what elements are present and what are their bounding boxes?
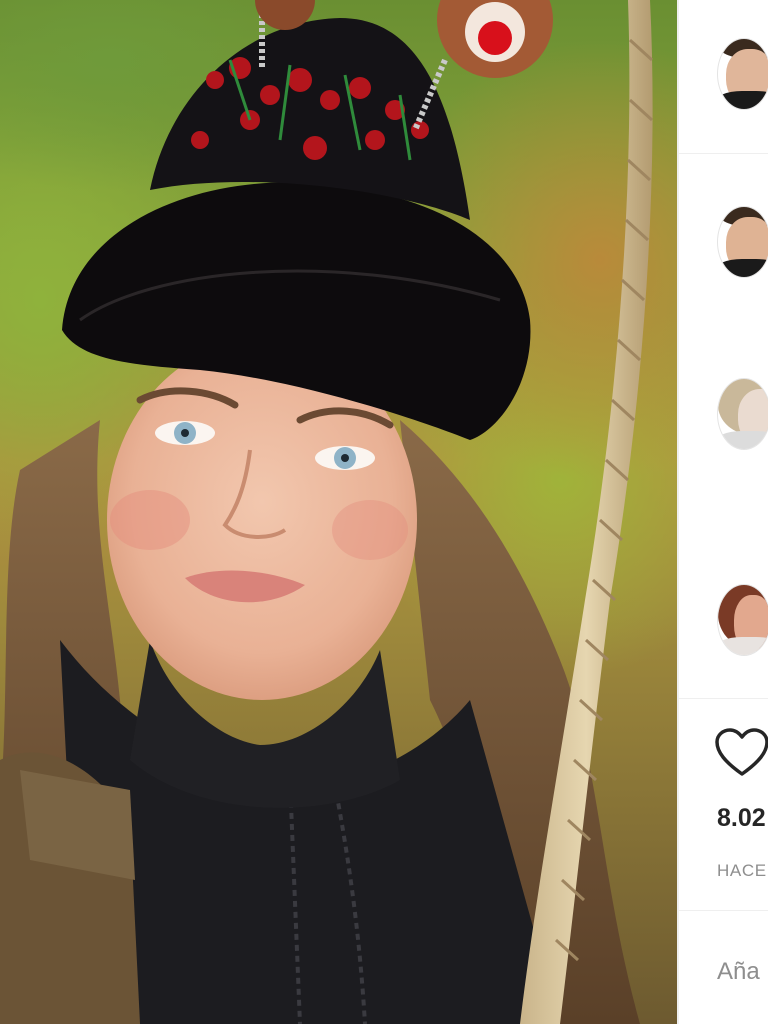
- comment-avatar-1[interactable]: [717, 38, 768, 110]
- selfie-illustration: [0, 0, 654, 1024]
- comment-box-divider: [679, 910, 768, 911]
- post-sidebar: 8.02 HACE Aña: [679, 0, 768, 1024]
- actions-divider: [679, 698, 768, 699]
- post-timestamp[interactable]: HACE: [717, 861, 767, 881]
- heart-outline-icon[interactable]: [715, 728, 768, 778]
- comment-avatar-4[interactable]: [717, 584, 768, 656]
- comment-avatar-3[interactable]: [717, 378, 768, 450]
- comment-divider: [679, 153, 768, 154]
- likes-count[interactable]: 8.02: [717, 804, 766, 833]
- comment-avatar-2[interactable]: [717, 206, 768, 278]
- post-photo[interactable]: [0, 0, 677, 1024]
- add-comment-input[interactable]: Aña: [717, 958, 760, 986]
